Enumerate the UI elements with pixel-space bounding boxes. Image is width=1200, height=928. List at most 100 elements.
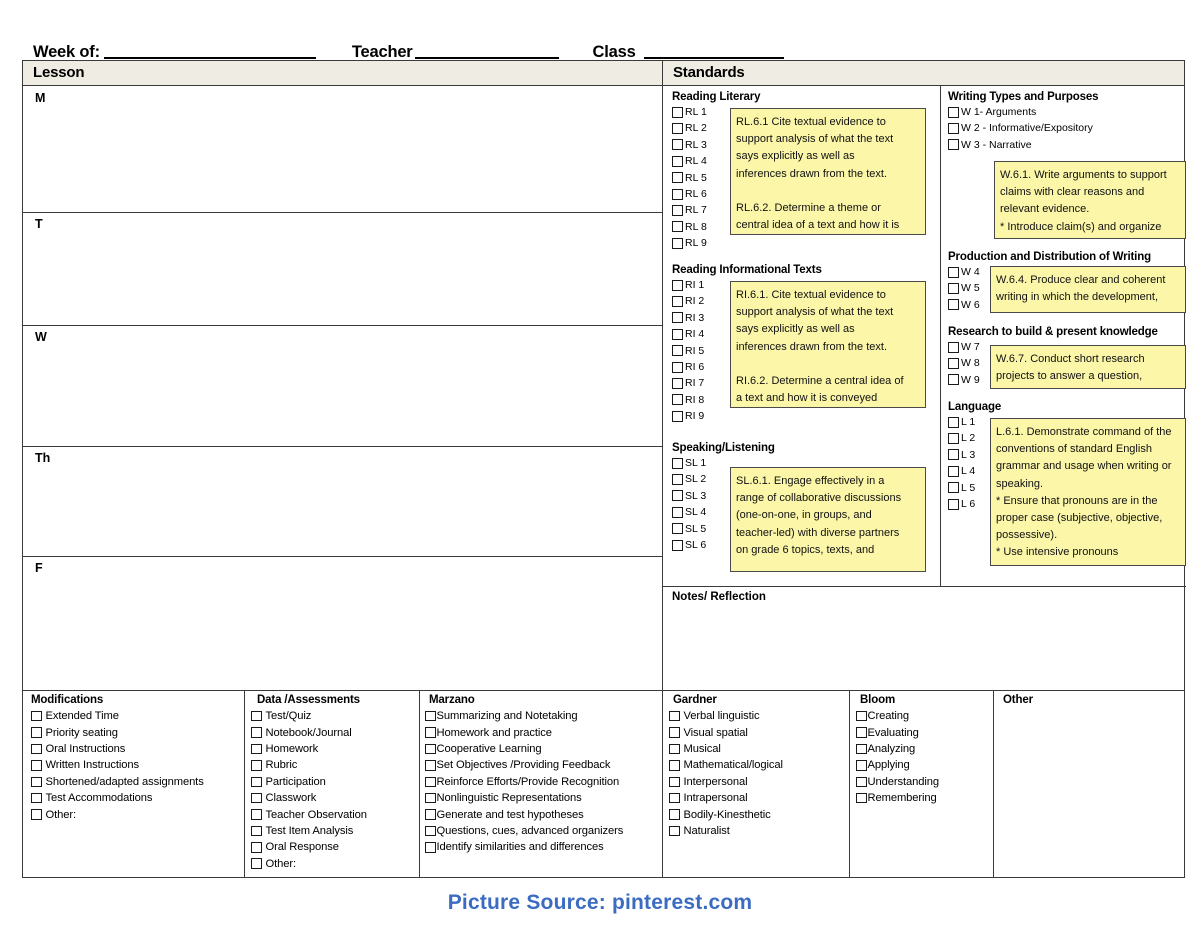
- checkbox-verbal-linguistic[interactable]: [669, 710, 680, 722]
- checkbox-row[interactable]: RI 8: [672, 392, 704, 408]
- checkbox-row[interactable]: RL 4: [672, 153, 707, 169]
- checkbox-oral-instructions[interactable]: [31, 743, 42, 755]
- checkbox-test-item-analysis[interactable]: [251, 825, 262, 837]
- checklist-item[interactable]: Other:: [251, 856, 419, 872]
- checkbox-row[interactable]: W 3 - Narrative: [948, 137, 1093, 153]
- checkbox-row[interactable]: RI 2: [672, 293, 704, 309]
- checkbox-sl-6[interactable]: [672, 539, 683, 551]
- checkbox-homework[interactable]: [251, 743, 262, 755]
- checkbox-row[interactable]: L 6: [948, 496, 975, 512]
- checkbox-bodily-kinesthetic[interactable]: [669, 809, 680, 820]
- checkbox-rl-9[interactable]: [672, 237, 683, 249]
- checklist-item[interactable]: Other:: [31, 806, 244, 822]
- checkbox-l-5[interactable]: [948, 482, 959, 494]
- checklist-item[interactable]: Rubric: [251, 757, 419, 773]
- day-cell-t[interactable]: T: [23, 212, 662, 325]
- checkbox-shortened-assignments[interactable]: [31, 776, 42, 787]
- checklist-item[interactable]: Participation: [251, 774, 419, 790]
- checkbox-rubric[interactable]: [251, 760, 262, 771]
- checkbox-row[interactable]: W 8: [948, 355, 980, 371]
- checklist-item[interactable]: Questions, cues, advanced organizers: [425, 823, 662, 839]
- checkbox-row[interactable]: RI 1: [672, 277, 704, 293]
- checkbox-sl-1[interactable]: [672, 457, 683, 469]
- checkbox-sl-2[interactable]: [672, 474, 683, 486]
- checkbox-musical[interactable]: [669, 743, 680, 755]
- checkbox-rl-1[interactable]: [672, 106, 683, 118]
- checkbox-remembering[interactable]: [856, 792, 867, 804]
- checkbox-row[interactable]: RL 1: [672, 104, 707, 120]
- checklist-item[interactable]: Verbal linguistic: [669, 708, 849, 724]
- class-field[interactable]: [643, 56, 784, 59]
- checklist-item[interactable]: Naturalist: [669, 823, 849, 839]
- checklist-item[interactable]: Creating: [856, 708, 993, 724]
- checklist-item[interactable]: Notebook/Journal: [251, 724, 419, 740]
- checklist-item[interactable]: Priority seating: [31, 724, 244, 740]
- checklist-item[interactable]: Test Item Analysis: [251, 823, 419, 839]
- checkbox-l-3[interactable]: [948, 449, 959, 461]
- checkbox-understanding[interactable]: [856, 776, 867, 787]
- checkbox-homework-practice[interactable]: [425, 727, 436, 738]
- checkbox-generate-test-hypotheses[interactable]: [425, 809, 436, 820]
- checkbox-rl-3[interactable]: [672, 139, 683, 151]
- checklist-item[interactable]: Visual spatial: [669, 724, 849, 740]
- checkbox-applying[interactable]: [856, 760, 867, 771]
- bottom-column-other[interactable]: Other: [993, 690, 1186, 708]
- checklist-item[interactable]: Teacher Observation: [251, 806, 419, 822]
- checkbox-sl-3[interactable]: [672, 490, 683, 502]
- checkbox-sl-4[interactable]: [672, 506, 683, 518]
- checklist-item[interactable]: Remembering: [856, 790, 993, 806]
- checklist-item[interactable]: Intrapersonal: [669, 790, 849, 806]
- checklist-item[interactable]: Written Instructions: [31, 757, 244, 773]
- checkbox-rl-2[interactable]: [672, 123, 683, 135]
- checklist-item[interactable]: Oral Instructions: [31, 741, 244, 757]
- checkbox-ri-5[interactable]: [672, 345, 683, 357]
- checkbox-row[interactable]: L 5: [948, 480, 975, 496]
- day-cell-m[interactable]: M: [23, 86, 662, 212]
- checkbox-row[interactable]: RI 9: [672, 408, 704, 424]
- checklist-item[interactable]: Musical: [669, 741, 849, 757]
- checkbox-w-6[interactable]: [948, 299, 959, 311]
- checkbox-row[interactable]: SL 2: [672, 471, 706, 487]
- checkbox-row[interactable]: W 5: [948, 280, 980, 296]
- checkbox-ri-1[interactable]: [672, 279, 683, 291]
- checkbox-priority-seating[interactable]: [31, 727, 42, 738]
- checklist-item[interactable]: Interpersonal: [669, 774, 849, 790]
- day-cell-w[interactable]: W: [23, 325, 662, 446]
- checklist-item[interactable]: Classwork: [251, 790, 419, 806]
- checkbox-w-3[interactable]: [948, 139, 959, 151]
- checklist-item[interactable]: Set Objectives /Providing Feedback: [425, 757, 662, 773]
- checkbox-row[interactable]: L 2: [948, 430, 975, 446]
- checkbox-rl-5[interactable]: [672, 172, 683, 184]
- checkbox-row[interactable]: RI 7: [672, 375, 704, 391]
- checkbox-test-accommodations[interactable]: [31, 792, 42, 804]
- checkbox-w-4[interactable]: [948, 266, 959, 278]
- checkbox-row[interactable]: RI 4: [672, 326, 704, 342]
- checkbox-w-9[interactable]: [948, 374, 959, 386]
- checkbox-ri-3[interactable]: [672, 312, 683, 324]
- checkbox-row[interactable]: RL 5: [672, 170, 707, 186]
- checklist-item[interactable]: Applying: [856, 757, 993, 773]
- checkbox-ri-7[interactable]: [672, 378, 683, 390]
- checkbox-rl-7[interactable]: [672, 205, 683, 217]
- checkbox-teacher-observation[interactable]: [251, 809, 262, 820]
- checkbox-naturalist[interactable]: [669, 825, 680, 837]
- checklist-item[interactable]: Reinforce Efforts/Provide Recognition: [425, 774, 662, 790]
- checkbox-row[interactable]: RI 5: [672, 343, 704, 359]
- checkbox-l-4[interactable]: [948, 465, 959, 477]
- checkbox-oral-response[interactable]: [251, 842, 262, 853]
- checkbox-w-8[interactable]: [948, 358, 959, 370]
- checkbox-row[interactable]: W 9: [948, 372, 980, 388]
- checklist-item[interactable]: Identify similarities and differences: [425, 839, 662, 855]
- checkbox-mathematical-logical[interactable]: [669, 760, 680, 771]
- checklist-item[interactable]: Bodily-Kinesthetic: [669, 806, 849, 822]
- checkbox-row[interactable]: L 1: [948, 414, 975, 430]
- checkbox-row[interactable]: RL 2: [672, 120, 707, 136]
- checklist-item[interactable]: Cooperative Learning: [425, 741, 662, 757]
- checklist-item[interactable]: Oral Response: [251, 839, 419, 855]
- checkbox-row[interactable]: SL 3: [672, 488, 706, 504]
- checklist-item[interactable]: Evaluating: [856, 724, 993, 740]
- checkbox-ri-8[interactable]: [672, 394, 683, 406]
- day-cell-th[interactable]: Th: [23, 446, 662, 556]
- checkbox-test-quiz[interactable]: [251, 710, 262, 722]
- checkbox-w-1[interactable]: [948, 106, 959, 118]
